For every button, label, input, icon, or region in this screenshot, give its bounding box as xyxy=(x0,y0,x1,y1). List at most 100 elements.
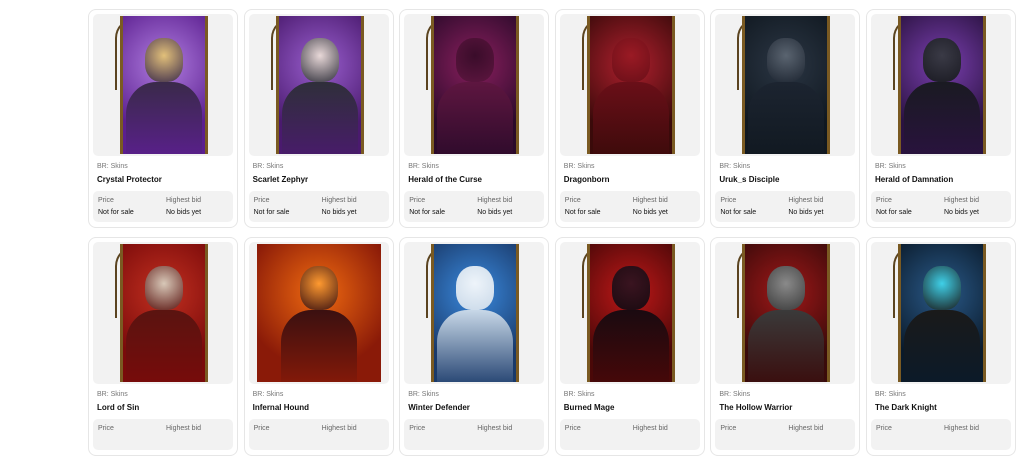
price-label: Price xyxy=(98,425,114,432)
highest-bid-value: No bids yet xyxy=(321,209,357,216)
highest-bid-label: Highest bid xyxy=(943,425,979,432)
price-label: Price xyxy=(720,197,737,204)
highest-bid-label: Highest bid xyxy=(788,197,824,204)
item-card[interactable]: BR: Skins Burned Mage Price Highest bid xyxy=(554,237,705,456)
item-image xyxy=(897,244,986,382)
item-category: BR: Skins xyxy=(408,391,439,398)
item-image xyxy=(431,244,520,382)
item-name[interactable]: Herald of Damnation xyxy=(875,175,953,184)
highest-bid-value: No bids yet xyxy=(632,209,668,216)
price-value: Not for sale xyxy=(98,209,134,216)
item-name[interactable]: The Dark Knight xyxy=(875,403,937,412)
item-category: BR: Skins xyxy=(252,163,284,170)
item-info-panel: Price Highest bid Not for sale No bids y… xyxy=(248,191,389,222)
item-image-frame xyxy=(870,242,1011,384)
price-value: Not for sale xyxy=(875,209,912,216)
item-card[interactable]: BR: Skins Herald of the Curse Price High… xyxy=(399,9,550,228)
item-info-panel: Price Highest bid xyxy=(715,419,856,450)
item-image-frame xyxy=(248,14,389,156)
price-label: Price xyxy=(253,197,270,204)
item-name[interactable]: Crystal Protector xyxy=(97,175,162,184)
item-info-panel: Price Highest bid Not for sale No bids y… xyxy=(559,191,700,222)
item-info-panel: Price Highest bid xyxy=(870,419,1011,450)
item-image-frame xyxy=(559,242,700,384)
price-label: Price xyxy=(564,425,581,432)
highest-bid-value: No bids yet xyxy=(166,209,202,216)
item-image xyxy=(120,16,208,154)
highest-bid-label: Highest bid xyxy=(321,197,357,204)
item-image xyxy=(742,244,831,382)
item-card[interactable]: BR: Skins Dragonborn Price Highest bid N… xyxy=(554,9,705,228)
price-value: Not for sale xyxy=(409,209,445,216)
item-grid: BR: Skins Crystal Protector Price Highes… xyxy=(88,9,1016,456)
item-category: BR: Skins xyxy=(874,391,906,398)
highest-bid-label: Highest bid xyxy=(166,425,202,432)
item-image-frame xyxy=(715,14,856,156)
price-label: Price xyxy=(253,425,270,432)
highest-bid-value: No bids yet xyxy=(477,209,513,216)
item-name[interactable]: Uruk_s Disciple xyxy=(719,175,779,184)
price-value: Not for sale xyxy=(253,209,290,216)
item-category: BR: Skins xyxy=(97,391,128,398)
item-image-frame xyxy=(404,14,545,156)
highest-bid-label: Highest bid xyxy=(632,425,668,432)
highest-bid-label: Highest bid xyxy=(477,197,513,204)
item-info-panel: Price Highest bid Not for sale No bids y… xyxy=(404,191,545,222)
item-image xyxy=(275,16,364,154)
highest-bid-value: No bids yet xyxy=(788,209,824,216)
item-category: BR: Skins xyxy=(408,163,439,170)
price-value: Not for sale xyxy=(720,209,757,216)
item-name[interactable]: Burned Mage xyxy=(564,403,615,412)
item-category: BR: Skins xyxy=(874,163,906,170)
item-card[interactable]: BR: Skins Crystal Protector Price Highes… xyxy=(88,9,238,228)
item-info-panel: Price Highest bid xyxy=(559,419,700,450)
item-image xyxy=(586,244,675,382)
item-image xyxy=(120,244,208,382)
price-value: Not for sale xyxy=(564,209,601,216)
item-name[interactable]: Dragonborn xyxy=(564,175,610,184)
highest-bid-label: Highest bid xyxy=(788,425,824,432)
price-label: Price xyxy=(409,425,426,432)
item-name[interactable]: Infernal Hound xyxy=(253,403,309,412)
item-image xyxy=(586,16,675,154)
item-image xyxy=(431,16,520,154)
price-label: Price xyxy=(564,197,581,204)
item-info-panel: Price Highest bid Not for sale No bids y… xyxy=(870,191,1011,222)
item-category: BR: Skins xyxy=(719,391,751,398)
item-name[interactable]: Winter Defender xyxy=(408,403,470,412)
highest-bid-label: Highest bid xyxy=(943,197,979,204)
item-image-frame xyxy=(870,14,1011,156)
item-image xyxy=(256,244,381,382)
item-name[interactable]: Lord of Sin xyxy=(97,403,139,412)
item-image xyxy=(742,16,831,154)
item-category: BR: Skins xyxy=(563,391,595,398)
item-name[interactable]: The Hollow Warrior xyxy=(719,403,792,412)
item-category: BR: Skins xyxy=(252,391,284,398)
item-image-frame xyxy=(559,14,700,156)
item-card[interactable]: BR: Skins Herald of Damnation Price High… xyxy=(865,9,1016,228)
item-image-frame xyxy=(93,242,233,384)
item-image xyxy=(897,16,986,154)
highest-bid-label: Highest bid xyxy=(477,425,513,432)
item-name[interactable]: Herald of the Curse xyxy=(408,175,482,184)
item-card[interactable]: BR: Skins Lord of Sin Price Highest bid xyxy=(88,237,238,456)
item-category: BR: Skins xyxy=(563,163,595,170)
item-card[interactable]: BR: Skins Infernal Hound Price Highest b… xyxy=(243,237,394,456)
item-image-frame xyxy=(715,242,856,384)
item-info-panel: Price Highest bid xyxy=(248,419,389,450)
item-card[interactable]: BR: Skins Uruk_s Disciple Price Highest … xyxy=(710,9,861,228)
highest-bid-label: Highest bid xyxy=(166,197,202,204)
price-label: Price xyxy=(720,425,737,432)
item-info-panel: Price Highest bid xyxy=(404,419,545,450)
item-card[interactable]: BR: Skins The Dark Knight Price Highest … xyxy=(865,237,1016,456)
highest-bid-label: Highest bid xyxy=(632,197,668,204)
item-card[interactable]: BR: Skins Winter Defender Price Highest … xyxy=(399,237,550,456)
price-label: Price xyxy=(875,425,892,432)
item-name[interactable]: Scarlet Zephyr xyxy=(253,175,309,184)
item-card[interactable]: BR: Skins Scarlet Zephyr Price Highest b… xyxy=(243,9,394,228)
price-label: Price xyxy=(875,197,892,204)
item-info-panel: Price Highest bid Not for sale No bids y… xyxy=(93,191,233,222)
price-label: Price xyxy=(409,197,426,204)
item-category: BR: Skins xyxy=(97,163,128,170)
item-card[interactable]: BR: Skins The Hollow Warrior Price Highe… xyxy=(710,237,861,456)
